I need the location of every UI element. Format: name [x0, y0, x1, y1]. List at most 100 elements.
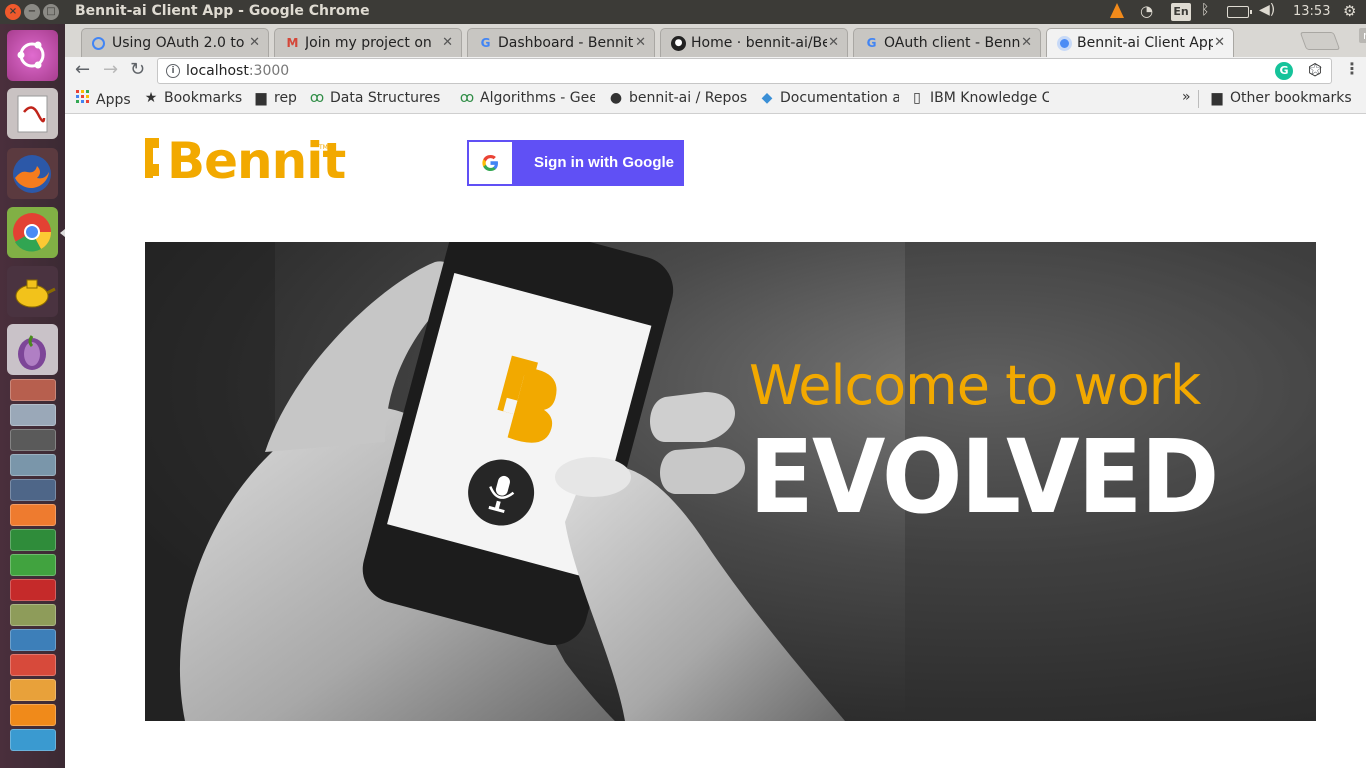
bookmark-folder-rep[interactable]: ▆ rep	[253, 90, 297, 106]
tab-close-icon[interactable]: ✕	[1214, 29, 1225, 57]
tab-title: Using OAuth 2.0 to	[112, 35, 245, 51]
launcher-app-icon[interactable]	[10, 479, 56, 501]
firefox-icon[interactable]	[7, 148, 58, 199]
bookmark-algorithms[interactable]: ꝏ Algorithms - Geel	[459, 90, 595, 106]
launcher-app-icon[interactable]	[10, 604, 56, 626]
google-icon	[92, 37, 105, 50]
vlc-launcher-icon[interactable]	[10, 704, 56, 726]
chrome-menu-icon[interactable]: ⋮	[1344, 59, 1360, 78]
ubuntu-dash-icon[interactable]	[7, 30, 58, 81]
launcher-app-icon[interactable]	[10, 654, 56, 676]
tab-title: Dashboard - Bennit	[498, 35, 634, 51]
profile-name[interactable]: rajpratim	[1359, 28, 1366, 43]
bookmark-label: IBM Knowledge C	[930, 90, 1049, 106]
extension-cube-icon[interactable]: ⬡	[1308, 60, 1322, 79]
tab-github-home[interactable]: ● Home · bennit-ai/Be ✕	[660, 28, 848, 57]
tor-browser-icon[interactable]	[7, 324, 58, 375]
geeksforgeeks-icon: ꝏ	[459, 90, 475, 106]
tab-close-icon[interactable]: ✕	[1021, 29, 1032, 57]
battery-icon[interactable]	[1227, 6, 1252, 18]
bookmarks-divider	[1198, 90, 1199, 108]
tab-title: OAuth client - Benn	[884, 35, 1020, 51]
bookmark-ibm-knowledge[interactable]: ▯ IBM Knowledge C	[909, 90, 1049, 106]
reload-icon[interactable]: ↻	[130, 59, 145, 80]
hero-welcome-line: Welcome to work	[749, 354, 1201, 417]
bookmark-bennit-repos[interactable]: ● bennit-ai / Repos	[608, 90, 748, 106]
genie-lamp-icon[interactable]	[7, 266, 58, 317]
keyboard-layout-indicator[interactable]: En	[1171, 3, 1191, 21]
logo-text: Bennit	[167, 132, 346, 190]
launcher-app-icon[interactable]	[10, 579, 56, 601]
forward-arrow-icon[interactable]: →	[103, 59, 118, 80]
document-viewer-icon[interactable]	[7, 88, 58, 139]
tab-title: Home · bennit-ai/Be	[691, 35, 827, 51]
bookmark-documentation[interactable]: ◆ Documentation a	[759, 90, 899, 106]
sign-in-with-google-button[interactable]: Sign in with Google	[467, 140, 684, 186]
bookmark-label: Bookmarks	[164, 90, 243, 106]
google-logo-box	[469, 142, 512, 184]
window-minimize-button[interactable]: −	[24, 4, 40, 20]
bluetooth-icon[interactable]: ᛒ	[1201, 2, 1209, 18]
launcher-app-icon[interactable]	[10, 629, 56, 651]
new-tab-button[interactable]	[1299, 32, 1341, 50]
launcher-app-icon[interactable]	[10, 454, 56, 476]
bookmark-data-structures[interactable]: ꝏ Data Structures -	[309, 90, 444, 106]
sign-in-label: Sign in with Google	[534, 154, 674, 171]
launcher-app-icon[interactable]	[10, 404, 56, 426]
tab-close-icon[interactable]: ✕	[442, 29, 453, 57]
system-gear-icon[interactable]: ⚙	[1343, 2, 1356, 20]
unity-launcher	[0, 24, 65, 768]
page-content: Bennit TM Sign in with Google Welcome to…	[65, 114, 1366, 768]
launcher-app-icon[interactable]	[10, 504, 56, 526]
geeksforgeeks-icon: ꝏ	[309, 90, 325, 106]
launcher-app-icon[interactable]	[10, 679, 56, 701]
star-icon: ★	[144, 90, 158, 106]
tab-strip: Using OAuth 2.0 to ✕ M Join my project o…	[65, 24, 1366, 57]
docs-icon: ◆	[761, 90, 773, 106]
wifi-icon[interactable]: ◔	[1140, 2, 1153, 20]
url-text[interactable]: localhost:3000	[186, 63, 289, 79]
vlc-tray-icon[interactable]	[1108, 3, 1126, 21]
terminal-icon[interactable]	[10, 429, 56, 451]
tab-title: Join my project on	[305, 35, 432, 51]
google-icon: G	[480, 36, 491, 50]
window-title: Bennit-ai Client App - Google Chrome	[75, 3, 370, 19]
bookmark-label: Other bookmarks	[1230, 90, 1352, 106]
bookmark-label: Documentation a	[780, 90, 899, 106]
url-port: :3000	[248, 63, 290, 79]
github-icon: ●	[609, 90, 623, 106]
bookmark-other-bookmarks[interactable]: ▆ Other bookmarks	[1209, 90, 1352, 106]
tab-bennit-client[interactable]: Bennit-ai Client App ✕	[1046, 28, 1234, 57]
hero-evolved-line: EVOLVED	[749, 418, 1219, 537]
tab-oauth-client[interactable]: G OAuth client - Benn ✕	[853, 28, 1041, 57]
back-arrow-icon[interactable]: ←	[75, 59, 90, 80]
volume-icon[interactable]: ◀)	[1259, 2, 1275, 18]
chrome-icon[interactable]	[7, 207, 58, 258]
info-icon[interactable]: i	[166, 64, 180, 78]
tab-gmail[interactable]: M Join my project on ✕	[274, 28, 462, 57]
window-maximize-button[interactable]: □	[43, 4, 59, 20]
launcher-app-icon[interactable]	[10, 554, 56, 576]
tab-close-icon[interactable]: ✕	[828, 29, 839, 57]
tab-close-icon[interactable]: ✕	[249, 29, 260, 57]
window-close-button[interactable]: ×	[5, 4, 21, 20]
chromium-icon	[1057, 36, 1072, 51]
address-bar[interactable]: i localhost:3000 ☆	[157, 58, 1332, 84]
grammarly-extension-icon[interactable]: G	[1275, 62, 1293, 80]
tab-dashboard[interactable]: G Dashboard - Bennit ✕	[467, 28, 655, 57]
bookmark-apps[interactable]: Apps	[75, 90, 131, 108]
folder-icon: ▆	[255, 90, 267, 106]
clock[interactable]: 13:53	[1293, 4, 1330, 19]
spreadsheet-icon[interactable]	[10, 529, 56, 551]
launcher-app-icon[interactable]	[10, 729, 56, 751]
bookmarks-bar: Apps ★ Bookmarks ▆ rep ꝏ Data Structures - …	[65, 85, 1366, 114]
launcher-app-icon[interactable]	[10, 379, 56, 401]
page-icon: ▯	[913, 90, 921, 106]
bookmark-label: bennit-ai / Repos	[629, 90, 748, 106]
tab-oauth-docs[interactable]: Using OAuth 2.0 to ✕	[81, 28, 269, 57]
bookmark-bookmarks[interactable]: ★ Bookmarks	[143, 90, 243, 106]
bookmarks-overflow-chevron[interactable]: »	[1182, 89, 1191, 105]
tab-close-icon[interactable]: ✕	[635, 29, 646, 57]
google-icon: G	[866, 36, 877, 50]
bookmark-label: rep	[274, 90, 297, 106]
